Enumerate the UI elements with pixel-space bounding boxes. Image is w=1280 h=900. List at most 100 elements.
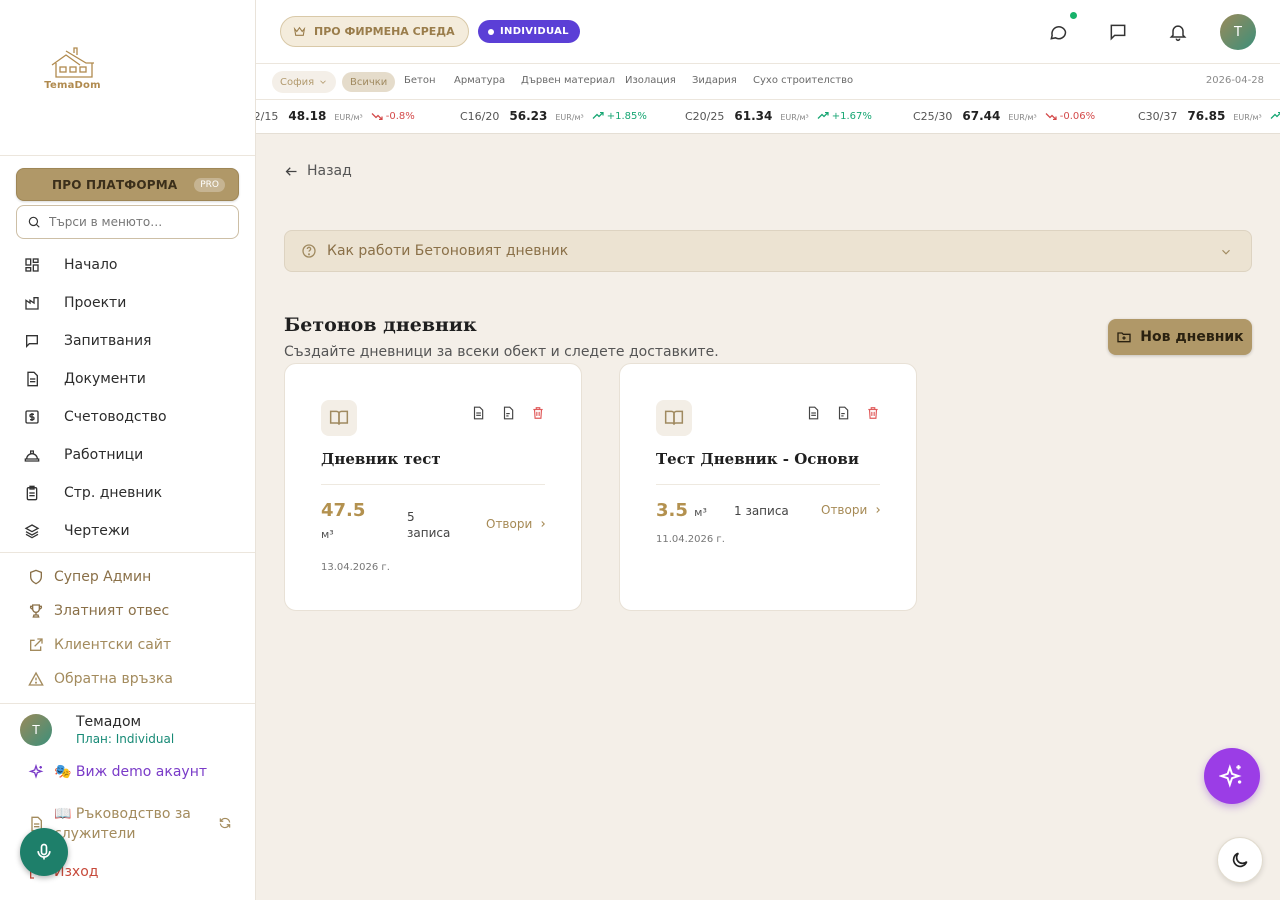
dashboard-icon [25, 258, 39, 272]
ticker-name: C25/30 [913, 110, 953, 123]
category-rebar[interactable]: Арматура [454, 75, 505, 86]
diary-icon-wrap [321, 400, 357, 436]
diary-card[interactable]: Дневник тест 47.5 м³ 5 записа Отвори 13.… [284, 363, 582, 611]
sidebar-item-super-admin[interactable]: Супер Админ [0, 560, 255, 594]
diary-card[interactable]: Тест Дневник - Основи 3.5 м³ 1 записа От… [619, 363, 917, 611]
city-selector[interactable]: София [272, 71, 337, 93]
trend-up-icon [1270, 112, 1280, 119]
sidebar-item-site-diary[interactable]: Стр. дневник [0, 474, 255, 512]
volume-unit: м³ [321, 528, 334, 541]
sidebar-item-label: Обратна връзка [54, 671, 173, 687]
chat-icon[interactable] [1048, 22, 1068, 42]
menu-search [16, 205, 239, 239]
sidebar-item-label: Стр. дневник [64, 485, 163, 501]
logo-text: TemaDom [44, 79, 101, 91]
ticker-change-value: +1.85% [606, 110, 647, 122]
category-all[interactable]: Всички [342, 72, 396, 92]
demo-account-link[interactable]: 🎭 Виж demo акаунт [28, 764, 207, 780]
export-document-icon[interactable] [836, 406, 850, 420]
open-diary-link[interactable]: Отвори [486, 517, 548, 531]
ai-assistant-button[interactable] [1204, 748, 1260, 804]
sidebar-item-client-site[interactable]: Клиентски сайт [0, 628, 255, 662]
arrow-left-icon [285, 166, 297, 176]
trash-icon[interactable] [531, 406, 545, 420]
export-document-icon[interactable] [501, 406, 515, 420]
theme-toggle-button[interactable] [1217, 837, 1263, 883]
ticker-item: C20/25 61.34 EUR/м³ +1.67% [685, 109, 872, 123]
document-icon[interactable] [806, 406, 820, 420]
menu-search-input[interactable] [49, 215, 219, 229]
ticker-change: -0.06% [1045, 111, 1095, 122]
moon-icon [1232, 852, 1248, 868]
plan-badge: INDIVIDUAL [478, 20, 580, 43]
back-label: Назад [307, 163, 352, 179]
refresh-icon[interactable] [218, 816, 232, 830]
pro-environment-label: ПРО ФИРМЕНА СРЕДА [314, 25, 455, 38]
card-divider [656, 484, 880, 485]
logo[interactable]: TemaDom [44, 46, 101, 91]
price-date: 2026-04-28 [1205, 75, 1264, 86]
ticker-unit: EUR/м³ [1233, 113, 1262, 122]
sidebar-item-drawings[interactable]: Чертежи [0, 512, 255, 550]
sidebar-item-home[interactable]: Начало [0, 246, 255, 284]
sidebar-item-label: Начало [64, 257, 118, 273]
category-drywall[interactable]: Сухо строителство [753, 75, 853, 86]
ticker-unit: EUR/м³ [1008, 113, 1037, 122]
category-insulation[interactable]: Изолация [625, 75, 676, 86]
sidebar-item-label: Документи [64, 371, 146, 387]
sidebar-item-workers[interactable]: Работници [0, 436, 255, 474]
top-header: ПРО ФИРМЕНА СРЕДА INDIVIDUAL Т [256, 0, 1280, 64]
category-concrete[interactable]: Бетон [404, 75, 436, 86]
message-icon[interactable] [1108, 22, 1128, 42]
pro-environment-badge[interactable]: ПРО ФИРМЕНА СРЕДА [280, 16, 469, 47]
trash-icon[interactable] [866, 406, 880, 420]
pro-badge: PRO [194, 177, 225, 192]
user-profile[interactable]: Т Темадом План: Individual [20, 714, 174, 746]
diary-icon-wrap [656, 400, 692, 436]
sidebar-item-documents[interactable]: Документи [0, 360, 255, 398]
how-it-works-accordion[interactable]: Как работи Бетоновият дневник [284, 230, 1252, 272]
online-indicator [1070, 12, 1077, 19]
open-label: Отвори [821, 503, 868, 517]
sidebar-item-feedback[interactable]: Обратна връзка [0, 662, 255, 696]
ticker-change: -0.8% [371, 111, 415, 122]
category-masonry[interactable]: Зидария [692, 75, 737, 86]
house-logo-icon [51, 46, 94, 78]
chevron-down-icon [1222, 249, 1230, 255]
back-button[interactable]: Назад [284, 163, 352, 179]
ticker-item: C16/20 56.23 EUR/м³ +1.85% [460, 109, 647, 123]
sidebar-item-inquiries[interactable]: Запитвания [0, 322, 255, 360]
trophy-icon [29, 604, 43, 618]
category-timber[interactable]: Дървен материал [521, 75, 615, 86]
volume-value: 3.5 [656, 500, 688, 521]
ticker-change-value: +1.67% [831, 110, 872, 122]
diary-date: 11.04.2026 г. [656, 534, 725, 545]
document-icon [27, 371, 38, 387]
user-avatar[interactable]: Т [1220, 14, 1256, 50]
sidebar-nav: Начало Проекти Запитвания Документи Счет… [0, 246, 255, 550]
trend-down-icon [371, 113, 383, 120]
page-title: Бетонов дневник [284, 314, 477, 336]
document-icon[interactable] [471, 406, 485, 420]
ticker-change: +1.67% [817, 111, 872, 122]
pro-platform-button[interactable]: ПРО ПЛАТФОРМА PRO [16, 168, 239, 201]
new-diary-label: Нов дневник [1140, 329, 1244, 345]
ticker-item: C25/30 67.44 EUR/м³ -0.06% [913, 109, 1095, 123]
sidebar-item-projects[interactable]: Проекти [0, 284, 255, 322]
sidebar-item-golden-plumb[interactable]: Златният отвес [0, 594, 255, 628]
pro-platform-label: ПРО ПЛАТФОРМА [52, 177, 178, 192]
card-divider [321, 484, 545, 485]
ticker-change [1270, 112, 1280, 120]
logo-area: TemaDom [0, 0, 255, 156]
bell-icon[interactable] [1168, 22, 1188, 42]
open-label: Отвори [486, 517, 533, 531]
open-diary-link[interactable]: Отвори [821, 503, 883, 517]
sidebar-item-accounting[interactable]: Счетоводство [0, 398, 255, 436]
new-diary-button[interactable]: Нов дневник [1108, 319, 1252, 355]
sidebar-admin-links: Супер Админ Златният отвес Клиентски сай… [0, 560, 255, 696]
ticker-price: 67.44 [962, 109, 1001, 123]
voice-input-button[interactable] [20, 828, 68, 876]
user-name: Темадом [76, 714, 142, 730]
sidebar-divider [0, 703, 255, 704]
ticker-unit: EUR/м³ [780, 113, 809, 122]
